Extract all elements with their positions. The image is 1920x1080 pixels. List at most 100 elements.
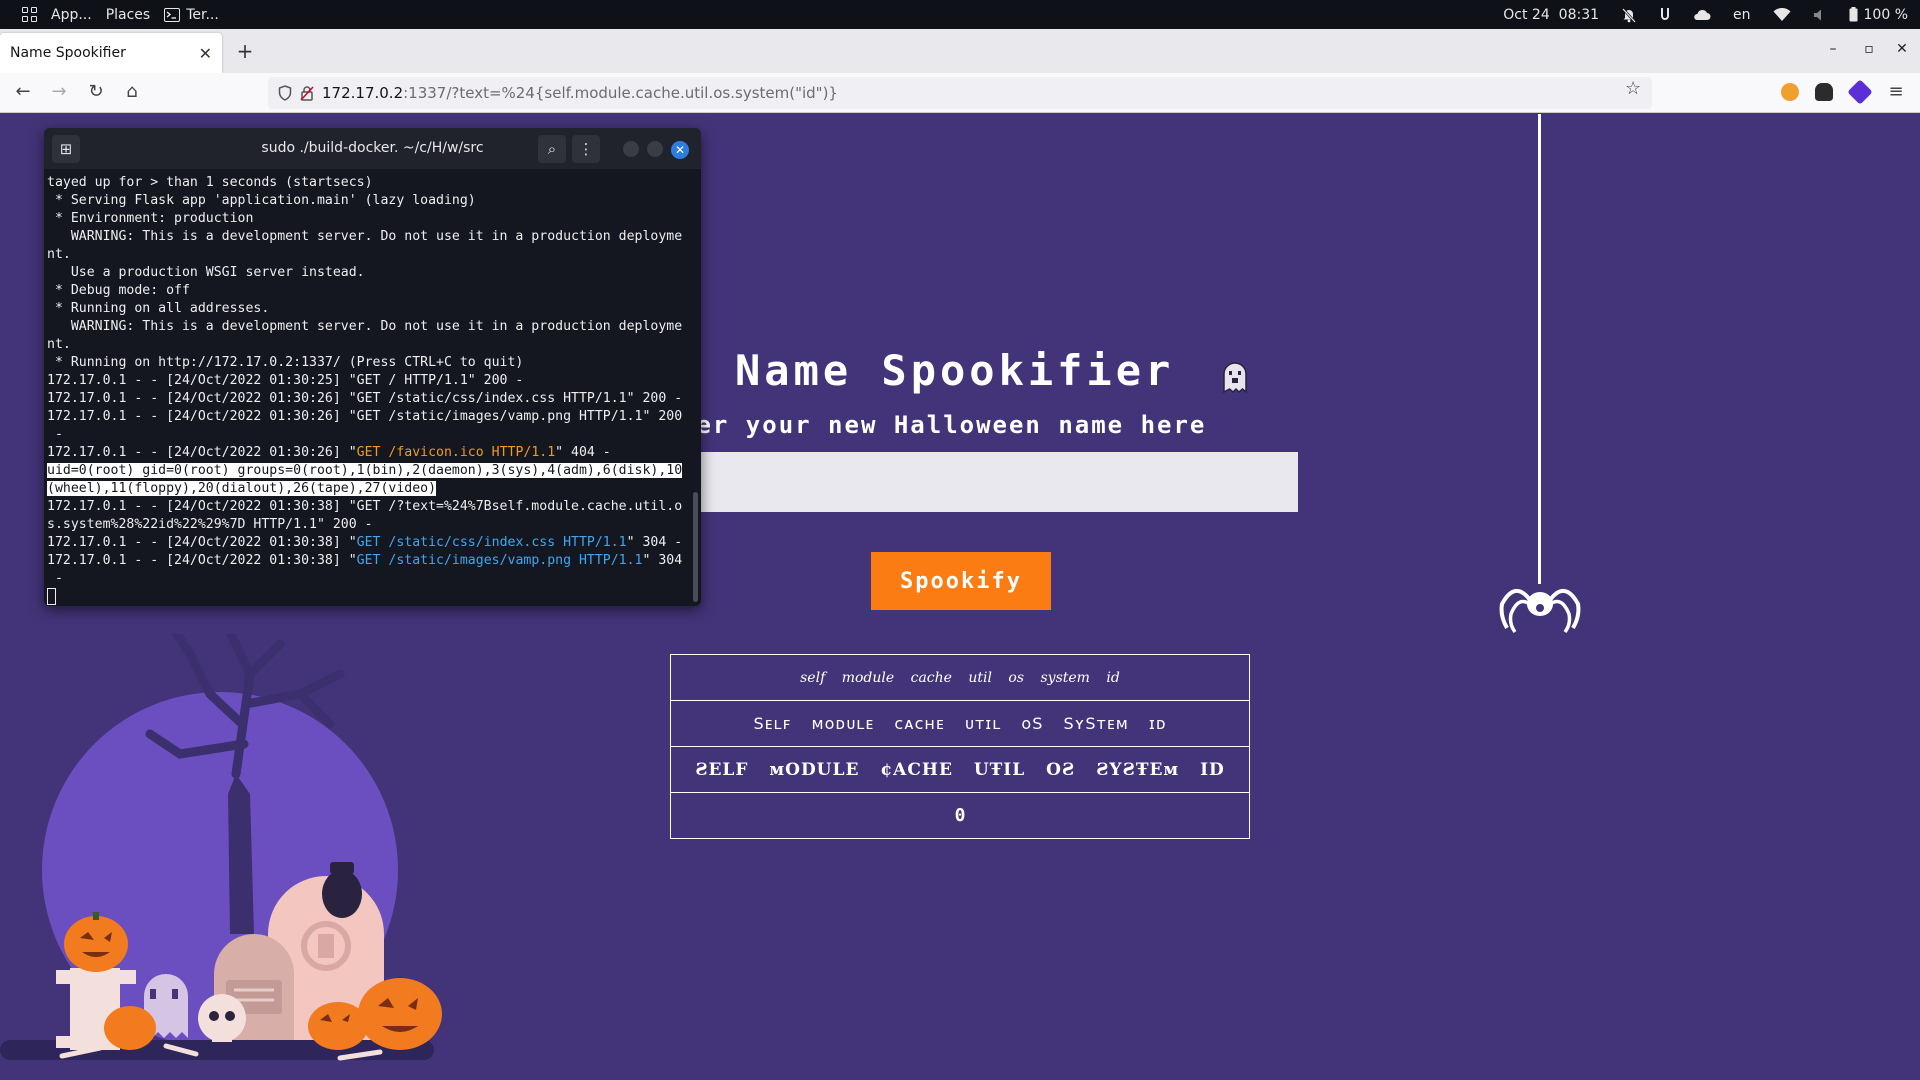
spider-thread <box>1538 114 1541 584</box>
new-tab-button[interactable]: + <box>234 39 256 63</box>
system-top-panel: App... Places Ter... Oct 24 08:31 en 100… <box>0 0 1920 29</box>
table-row: self module cache util os system id <box>670 654 1250 701</box>
forward-arrow-icon[interactable]: → <box>47 81 71 102</box>
terminal-close-button[interactable]: ✕ <box>671 141 689 159</box>
close-window-button[interactable]: ✕ <box>1892 41 1912 57</box>
cookie-extension-icon[interactable] <box>1781 83 1799 101</box>
page-subtitle: ter your new Halloween name here <box>680 411 1207 439</box>
terminal-prompt-line <box>47 588 693 606</box>
address-bar[interactable]: 172.17.0.2:1337/?text=%24{self.module.ca… <box>268 77 1652 109</box>
terminal-icon <box>164 7 181 22</box>
terminal-title: sudo ./build-docker. ~/c/H/w/src <box>261 140 484 156</box>
terminal-minimize-button[interactable] <box>623 141 639 157</box>
terminal-line: WARNING: This is a development server. D… <box>47 319 683 334</box>
graveyard-illustration <box>0 634 442 1061</box>
wifi-icon[interactable] <box>1773 7 1791 22</box>
terminal-line: tayed up for > than 1 seconds (startsecs… <box>47 175 373 190</box>
tab-name-spookifier[interactable]: Name Spookifier ✕ <box>0 33 222 73</box>
log-request-304: GET /static/css/index.css HTTP/1.1 <box>356 535 627 550</box>
battery-percentage: 100 % <box>1863 6 1908 23</box>
terminal-line: 172.17.0.1 - - [24/Oct/2022 01:30:38] "G… <box>47 552 693 570</box>
terminal-line: 172.17.0.1 - - [24/Oct/2022 01:30:26] "G… <box>47 444 693 462</box>
hamburger-menu-icon[interactable]: ≡ <box>1884 81 1908 102</box>
browser-tab-strip: Name Spookifier ✕ + – ▫ ✕ <box>0 29 1920 73</box>
terminal-taskbar-item[interactable]: Ter... <box>164 7 219 23</box>
spider-icon <box>1499 589 1581 634</box>
table-row: ƧELF ᴍODULE ¢ACHE UŦIL OƧ ƧYƧŦEᴍ ID <box>670 746 1250 793</box>
terminal-line: * Debug mode: off <box>47 283 190 298</box>
terminal-line: * Environment: production <box>47 211 254 226</box>
minimize-window-button[interactable]: – <box>1823 41 1843 57</box>
places-label: Places <box>105 6 151 23</box>
tab-title: Name Spookifier <box>10 45 126 61</box>
command-output-id: (wheel),11(floppy),20(dialout),26(tape),… <box>47 481 437 496</box>
table-row: Sᴇʟꜰ ᴍᴏᴅᴜʟᴇ ᴄᴀᴄʜᴇ ᴜᴛɪʟ ᴏS SʏSᴛᴇᴍ ɪᴅ <box>670 700 1250 747</box>
terminal-window[interactable]: ⊞ sudo ./build-docker. ~/c/H/w/src ⌕ ⋮ ✕… <box>44 128 701 606</box>
places-menu[interactable]: Places <box>106 7 151 23</box>
applications-menu[interactable]: App... <box>51 7 92 23</box>
terminal-line: * Running on all addresses. <box>47 301 270 316</box>
back-arrow-icon[interactable]: ← <box>11 81 35 102</box>
terminal-line: * Serving Flask app 'application.main' (… <box>47 193 476 208</box>
terminal-line: * Running on http://172.17.0.2:1337/ (Pr… <box>47 355 524 370</box>
cloud-icon[interactable] <box>1693 9 1711 21</box>
log-prefix: 172.17.0.1 - - [24/Oct/2022 01:30:26] " <box>47 445 357 460</box>
app-grid-icon[interactable] <box>22 7 37 22</box>
result-cell: self module cache util os system id <box>670 654 1250 701</box>
volume-muted-icon[interactable] <box>1813 8 1827 22</box>
spookify-button[interactable]: Spookify <box>871 552 1051 610</box>
terminal-line: Use a production WSGI server instead. <box>47 265 365 280</box>
home-icon[interactable]: ⌂ <box>120 81 144 102</box>
log-status: " 304 <box>642 553 683 568</box>
result-cell: ƧELF ᴍODULE ¢ACHE UŦIL OƧ ƧYƧŦEᴍ ID <box>670 746 1250 793</box>
command-output-id: uid=0(root) gid=0(root) groups=0(root),1… <box>47 463 683 478</box>
time-text: 08:31 <box>1558 6 1600 23</box>
terminal-taskbar-label: Ter... <box>186 6 219 23</box>
terminal-line: 172.17.0.1 - - [24/Oct/2022 01:30:38] "G… <box>47 499 683 514</box>
terminal-line: nt. <box>47 337 71 352</box>
terminal-line-highlighted: (wheel),11(floppy),20(dialout),26(tape),… <box>47 480 693 498</box>
kebab-menu-icon[interactable]: ⋮ <box>572 135 600 163</box>
battery-indicator[interactable]: 100 % <box>1849 7 1908 23</box>
terminal-line: - <box>47 427 63 442</box>
result-cell: 0 <box>670 792 1250 839</box>
log-request-404: GET /favicon.ico HTTP/1.1 <box>356 445 556 460</box>
log-prefix: 172.17.0.1 - - [24/Oct/2022 01:30:38] " <box>47 553 357 568</box>
terminal-line: s.system%28%22id%22%29%7D HTTP/1.1" 200 … <box>47 517 373 532</box>
terminal-line: - <box>47 571 63 586</box>
terminal-line: nt. <box>47 247 71 262</box>
terminal-output[interactable]: tayed up for > than 1 seconds (startsecs… <box>44 169 701 606</box>
result-cell: Sᴇʟꜰ ᴍᴏᴅᴜʟᴇ ᴄᴀᴄʜᴇ ᴜᴛɪʟ ᴏS SʏSᴛᴇᴍ ɪᴅ <box>670 700 1250 747</box>
keyboard-layout-indicator[interactable]: en <box>1733 7 1751 23</box>
url-host: 172.17.0.2 <box>322 84 404 102</box>
shield-icon[interactable] <box>278 85 292 101</box>
hat-extension-icon[interactable] <box>1815 83 1833 101</box>
insecure-lock-icon[interactable] <box>300 85 314 101</box>
ghost-icon <box>1223 362 1247 394</box>
terminal-line: 172.17.0.1 - - [24/Oct/2022 01:30:38] "G… <box>47 534 693 552</box>
tab-close-icon[interactable]: ✕ <box>199 44 212 63</box>
search-icon[interactable]: ⌕ <box>538 135 566 163</box>
clock[interactable]: Oct 24 08:31 <box>1503 7 1599 23</box>
spookified-results-table: self module cache util os system id Sᴇʟꜰ… <box>670 654 1250 839</box>
table-row: 0 <box>670 792 1250 839</box>
name-input[interactable] <box>670 452 1298 512</box>
terminal-line: WARNING: This is a development server. D… <box>47 229 683 244</box>
wappalyzer-extension-icon[interactable] <box>1847 79 1873 105</box>
notifications-muted-icon[interactable] <box>1621 7 1637 23</box>
terminal-maximize-button[interactable] <box>647 141 663 157</box>
log-status: " 404 - <box>555 445 611 460</box>
web-page: Name Spookifier ter your new Halloween n… <box>0 114 1920 1080</box>
maximize-window-button[interactable]: ▫ <box>1859 41 1879 57</box>
log-request-304: GET /static/images/vamp.png HTTP/1.1 <box>356 553 643 568</box>
terminal-header[interactable]: ⊞ sudo ./build-docker. ~/c/H/w/src ⌕ ⋮ ✕ <box>44 128 701 169</box>
log-prefix: 172.17.0.1 - - [24/Oct/2022 01:30:38] " <box>47 535 357 550</box>
bookmark-star-icon[interactable]: ☆ <box>1625 78 1641 99</box>
vpn-icon[interactable] <box>1659 7 1671 23</box>
applications-label: App... <box>51 6 92 23</box>
reload-icon[interactable]: ↻ <box>84 81 108 102</box>
terminal-cursor <box>47 588 56 605</box>
terminal-scrollbar[interactable] <box>693 492 698 602</box>
date-text: Oct 24 <box>1503 6 1550 23</box>
terminal-line: 172.17.0.1 - - [24/Oct/2022 01:30:25] "G… <box>47 373 524 388</box>
